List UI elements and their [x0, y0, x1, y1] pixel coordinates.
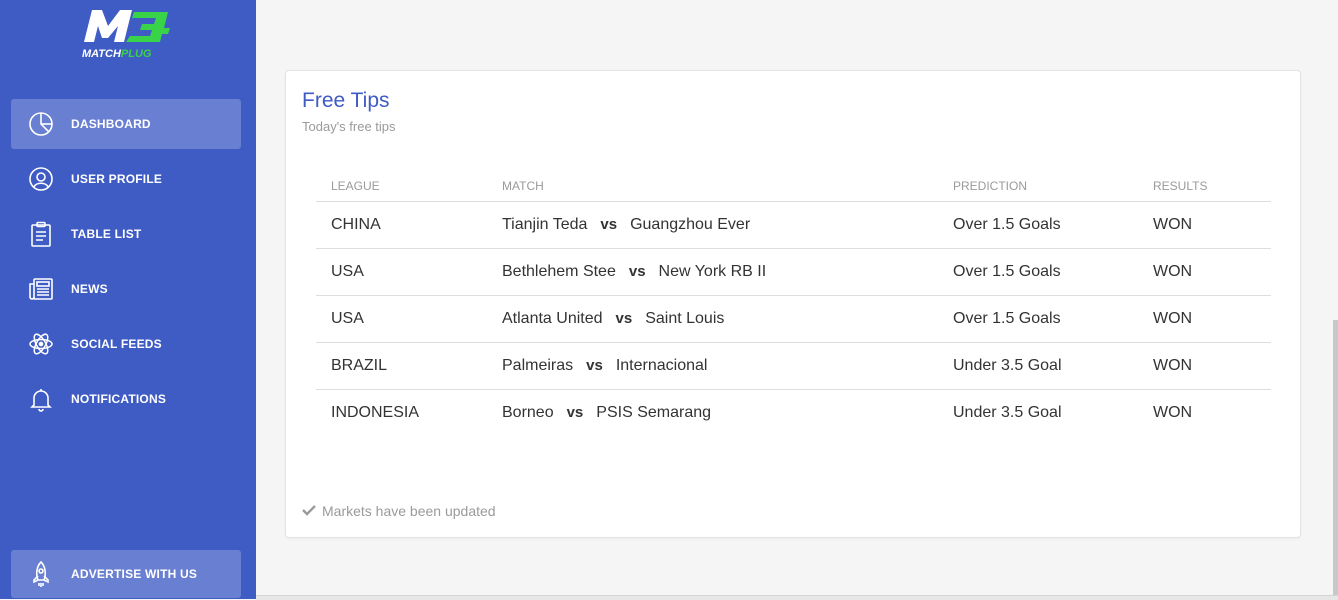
away-team: PSIS Semarang: [596, 404, 712, 421]
sidebar-item-label: TABLE LIST: [71, 227, 142, 241]
league-cell: INDONESIA: [331, 404, 420, 421]
away-team: Internacional: [615, 357, 708, 374]
vs-label: vs: [615, 310, 633, 327]
prediction-cell: Over 1.5 Goals: [938, 248, 1138, 296]
pie-chart-icon: [26, 109, 56, 139]
home-team: Borneo: [502, 404, 554, 421]
sidebar-item-user-profile[interactable]: USER PROFILE: [11, 154, 241, 204]
table-row: BRAZIL Palmeiras vs Internacional Under 3.…: [316, 342, 1271, 390]
sidebar-item-label: USER PROFILE: [71, 172, 163, 186]
logo-mark-icon: [84, 10, 170, 42]
column-header-league: LEAGUE: [316, 171, 487, 202]
clipboard-icon: [26, 219, 56, 249]
result-cell: WON: [1138, 295, 1271, 343]
advertise-label: ADVERTISE WITH US: [71, 567, 198, 581]
sidebar-item-label: NOTIFICATIONS: [71, 392, 167, 406]
match-cell: Palmeiras vs Internacional: [487, 342, 938, 390]
page-bottom-border: [256, 595, 1338, 600]
result-cell: WON: [1138, 248, 1271, 296]
prediction-cell: Over 1.5 Goals: [938, 201, 1138, 249]
away-team: Guangzhou Ever: [630, 216, 751, 233]
atom-icon: [26, 329, 56, 359]
prediction-cell: Over 1.5 Goals: [938, 295, 1138, 343]
sidebar-item-social-feeds[interactable]: SOCIAL FEEDS: [11, 319, 241, 369]
table-row: CHINA Tianjin Teda vs Guangzhou Ever Over …: [316, 201, 1271, 249]
check-icon: [302, 503, 316, 519]
sidebar-item-news[interactable]: NEWS: [11, 264, 241, 314]
column-header-prediction: PREDICTION: [938, 171, 1138, 202]
match-cell: Atlanta United vs Saint Louis: [487, 295, 938, 343]
league-cell: USA: [316, 248, 487, 296]
sidebar-item-label: NEWS: [71, 282, 108, 296]
home-team: Atlanta United: [502, 310, 603, 327]
match-cell: Tianjin Teda vs Guangzhou Ever: [487, 201, 938, 249]
bell-icon: [26, 384, 56, 414]
table-row: USA Atlanta United vs Saint Louis Over 1.5…: [316, 295, 1271, 343]
home-team: Tianjin Teda: [502, 216, 588, 233]
sidebar-item-notifications[interactable]: NOTIFICATIONS: [11, 374, 241, 424]
tips-table: LEAGUE MATCH PREDICTION RESULTS CHINA Ti…: [316, 171, 1271, 436]
logo-wordmark: MATCHPLUG: [82, 48, 152, 60]
table-header-row: LEAGUE MATCH PREDICTION RESULTS: [316, 171, 1271, 202]
card-title: Free Tips: [302, 89, 390, 112]
page-scrollbar[interactable]: [1333, 320, 1338, 600]
newspaper-icon: [26, 274, 56, 304]
vs-label: vs: [566, 404, 584, 421]
prediction-cell: Under 3.5 Goal: [953, 404, 1062, 421]
advertise-button[interactable]: ADVERTISE WITH US: [11, 550, 241, 598]
home-team: Palmeiras: [502, 357, 574, 374]
sidebar-item-label: SOCIAL FEEDS: [71, 337, 162, 351]
sidebar-item-label: DASHBOARD: [71, 117, 151, 131]
brand-logo[interactable]: MATCHPLUG: [80, 8, 172, 60]
prediction-cell: Under 3.5 Goal: [938, 342, 1138, 390]
vs-label: vs: [600, 216, 618, 233]
league-cell: USA: [316, 295, 487, 343]
free-tips-card: Free Tips Today's free tips LEAGUE MATCH…: [285, 70, 1301, 538]
match-cell: Bethlehem Stee vs New York RB II: [487, 248, 938, 296]
card-subtitle: Today's free tips: [302, 119, 396, 134]
table-row: USA Bethlehem Stee vs New York RB II Over …: [316, 248, 1271, 296]
sidebar-item-table-list[interactable]: TABLE LIST: [11, 209, 241, 259]
league-cell: BRAZIL: [316, 342, 487, 390]
result-cell: WON: [1153, 404, 1193, 421]
result-cell: WON: [1138, 201, 1271, 249]
vs-label: vs: [628, 263, 646, 280]
result-cell: WON: [1138, 342, 1271, 390]
rocket-icon: [26, 559, 56, 589]
away-team: Saint Louis: [645, 310, 725, 327]
column-header-results: RESULTS: [1138, 171, 1271, 202]
column-header-match: MATCH: [487, 171, 938, 202]
markets-updated-note: Markets have been updated: [302, 503, 496, 519]
home-team: Bethlehem Stee: [502, 263, 616, 280]
user-icon: [26, 164, 56, 194]
table-row: INDONESIA Borneo vs PSIS Semarang Under 3.…: [316, 390, 1271, 437]
sidebar: MATCHPLUG DASHBOARD USER PROFILE TABLE L…: [0, 0, 256, 599]
vs-label: vs: [586, 357, 603, 374]
sidebar-item-dashboard[interactable]: DASHBOARD: [11, 99, 241, 149]
match-cell: Borneo vs PSIS Semarang: [487, 390, 938, 437]
league-cell: CHINA: [316, 201, 487, 249]
markets-updated-text: Markets have been updated: [322, 503, 496, 519]
away-team: New York RB II: [658, 263, 767, 280]
